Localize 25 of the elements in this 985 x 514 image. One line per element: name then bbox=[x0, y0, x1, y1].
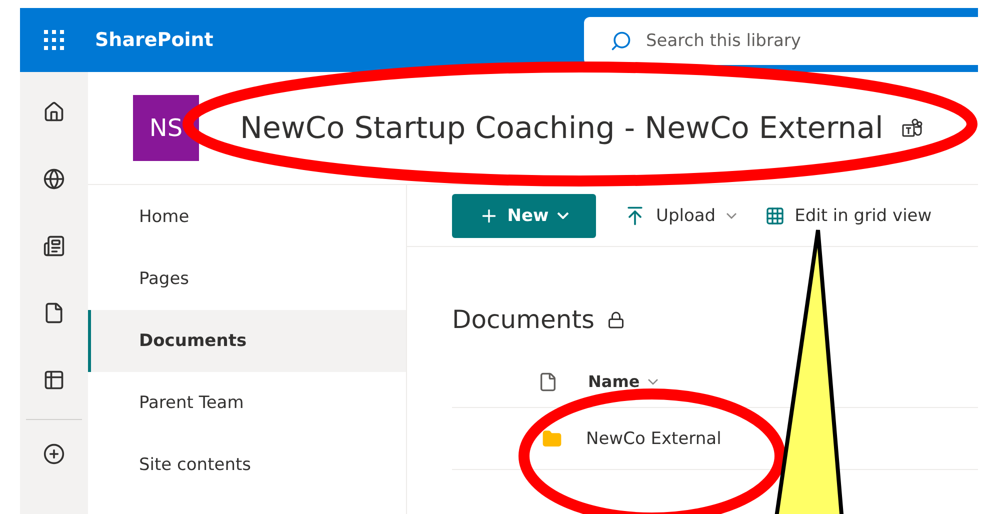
upload-button[interactable]: Upload bbox=[624, 204, 737, 226]
app-launcher-icon[interactable] bbox=[42, 28, 66, 52]
new-button[interactable]: New bbox=[452, 194, 596, 238]
nav-link[interactable]: Site contents bbox=[88, 434, 406, 496]
library-title: Documents bbox=[452, 305, 595, 334]
file-type-icon bbox=[538, 372, 558, 392]
lock-icon bbox=[606, 310, 625, 328]
search-icon bbox=[610, 30, 632, 52]
nav-link[interactable]: Home bbox=[88, 186, 406, 248]
chevron-down-icon bbox=[556, 212, 569, 219]
folder-icon bbox=[542, 428, 562, 448]
teams-icon bbox=[901, 117, 924, 139]
nav-link[interactable]: Parent Team bbox=[88, 372, 406, 434]
nav-link[interactable]: Pages bbox=[88, 248, 406, 310]
column-header[interactable]: Name bbox=[588, 372, 658, 391]
app-name: SharePoint bbox=[95, 29, 214, 51]
file-name-link[interactable]: NewCo External bbox=[586, 428, 722, 448]
grid-icon bbox=[764, 206, 785, 226]
edit-grid-button[interactable]: Edit in grid view bbox=[764, 206, 932, 226]
search-field[interactable]: Search this library bbox=[646, 29, 866, 53]
site-title: NewCo Startup Coaching - NewCo External bbox=[240, 110, 884, 146]
site-logo: NS bbox=[133, 95, 199, 161]
chevron-down-icon bbox=[726, 212, 737, 218]
nav-link[interactable]: Documents bbox=[88, 310, 406, 372]
chevron-down-icon bbox=[648, 378, 658, 384]
